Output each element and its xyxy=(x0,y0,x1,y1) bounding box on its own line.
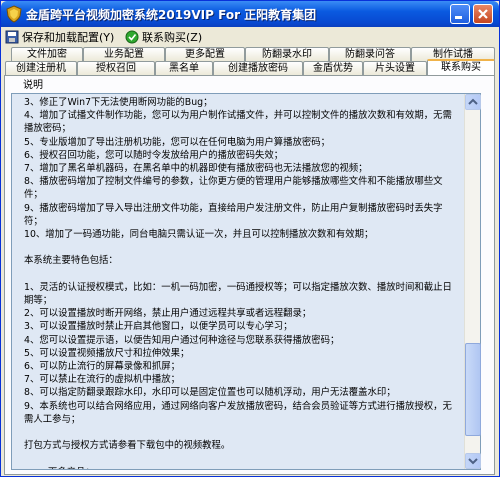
minimize-icon xyxy=(455,16,462,19)
window-title: 金盾跨平台视频加密系统2019VIP For 正阳教育集团 xyxy=(26,8,317,22)
vertical-scrollbar[interactable] xyxy=(464,94,481,469)
save-load-icon xyxy=(5,30,19,44)
tab-intro-settings[interactable]: 片头设置 xyxy=(363,61,427,75)
tab-file-encrypt[interactable]: 文件加密 xyxy=(11,47,83,61)
shield-app-icon xyxy=(6,5,22,23)
scroll-up-button[interactable] xyxy=(465,94,481,110)
scroll-thumb[interactable] xyxy=(465,343,481,436)
close-button[interactable] xyxy=(473,4,493,24)
tab-anti-record-watermark[interactable]: 防翻录水印 xyxy=(245,47,329,61)
menu-save-load-label: 保存和加载配置(Y) xyxy=(22,31,115,44)
tab-contact-purchase[interactable]: 联系购买 xyxy=(427,59,495,75)
tab-create-keygen[interactable]: 创建注册机 xyxy=(5,61,77,75)
section-label: 说明 xyxy=(23,80,43,91)
chevron-up-icon xyxy=(468,98,478,105)
tab-anti-record-qa[interactable]: 防翻录问答 xyxy=(329,47,411,61)
description-text[interactable]: 3、修正了Win7下无法使用断网功能的Bug； 4、增加了试播文件制作功能，您可… xyxy=(12,94,463,469)
close-icon xyxy=(478,9,488,19)
title-bar[interactable]: 金盾跨平台视频加密系统2019VIP For 正阳教育集团 xyxy=(1,1,499,27)
menu-bar: 保存和加载配置(Y) 联系购买(Z) xyxy=(1,27,499,47)
menu-contact[interactable]: 联系购买(Z) xyxy=(125,29,202,45)
description-textbox: 3、修正了Win7下无法使用断网功能的Bug； 4、增加了试播文件制作功能，您可… xyxy=(11,93,481,470)
app-window: 金盾跨平台视频加密系统2019VIP For 正阳教育集团 保存和加载配置(Y)… xyxy=(0,0,500,477)
tab-business-config[interactable]: 业务配置 xyxy=(83,47,165,61)
menu-contact-label: 联系购买(Z) xyxy=(142,31,203,44)
tab-advantages[interactable]: 金盾优势 xyxy=(303,61,363,75)
tab-blacklist[interactable]: 黑名单 xyxy=(155,61,213,75)
tab-revoke-license[interactable]: 授权召回 xyxy=(77,61,155,75)
tab-more-config[interactable]: 更多配置 xyxy=(165,47,245,61)
chevron-down-icon xyxy=(468,458,478,465)
contact-icon xyxy=(125,30,139,44)
minimize-button[interactable] xyxy=(450,4,470,24)
scroll-down-button[interactable] xyxy=(465,453,481,469)
menu-save-load[interactable]: 保存和加载配置(Y) xyxy=(5,29,114,45)
tab-create-play-password[interactable]: 创建播放密码 xyxy=(213,61,303,75)
